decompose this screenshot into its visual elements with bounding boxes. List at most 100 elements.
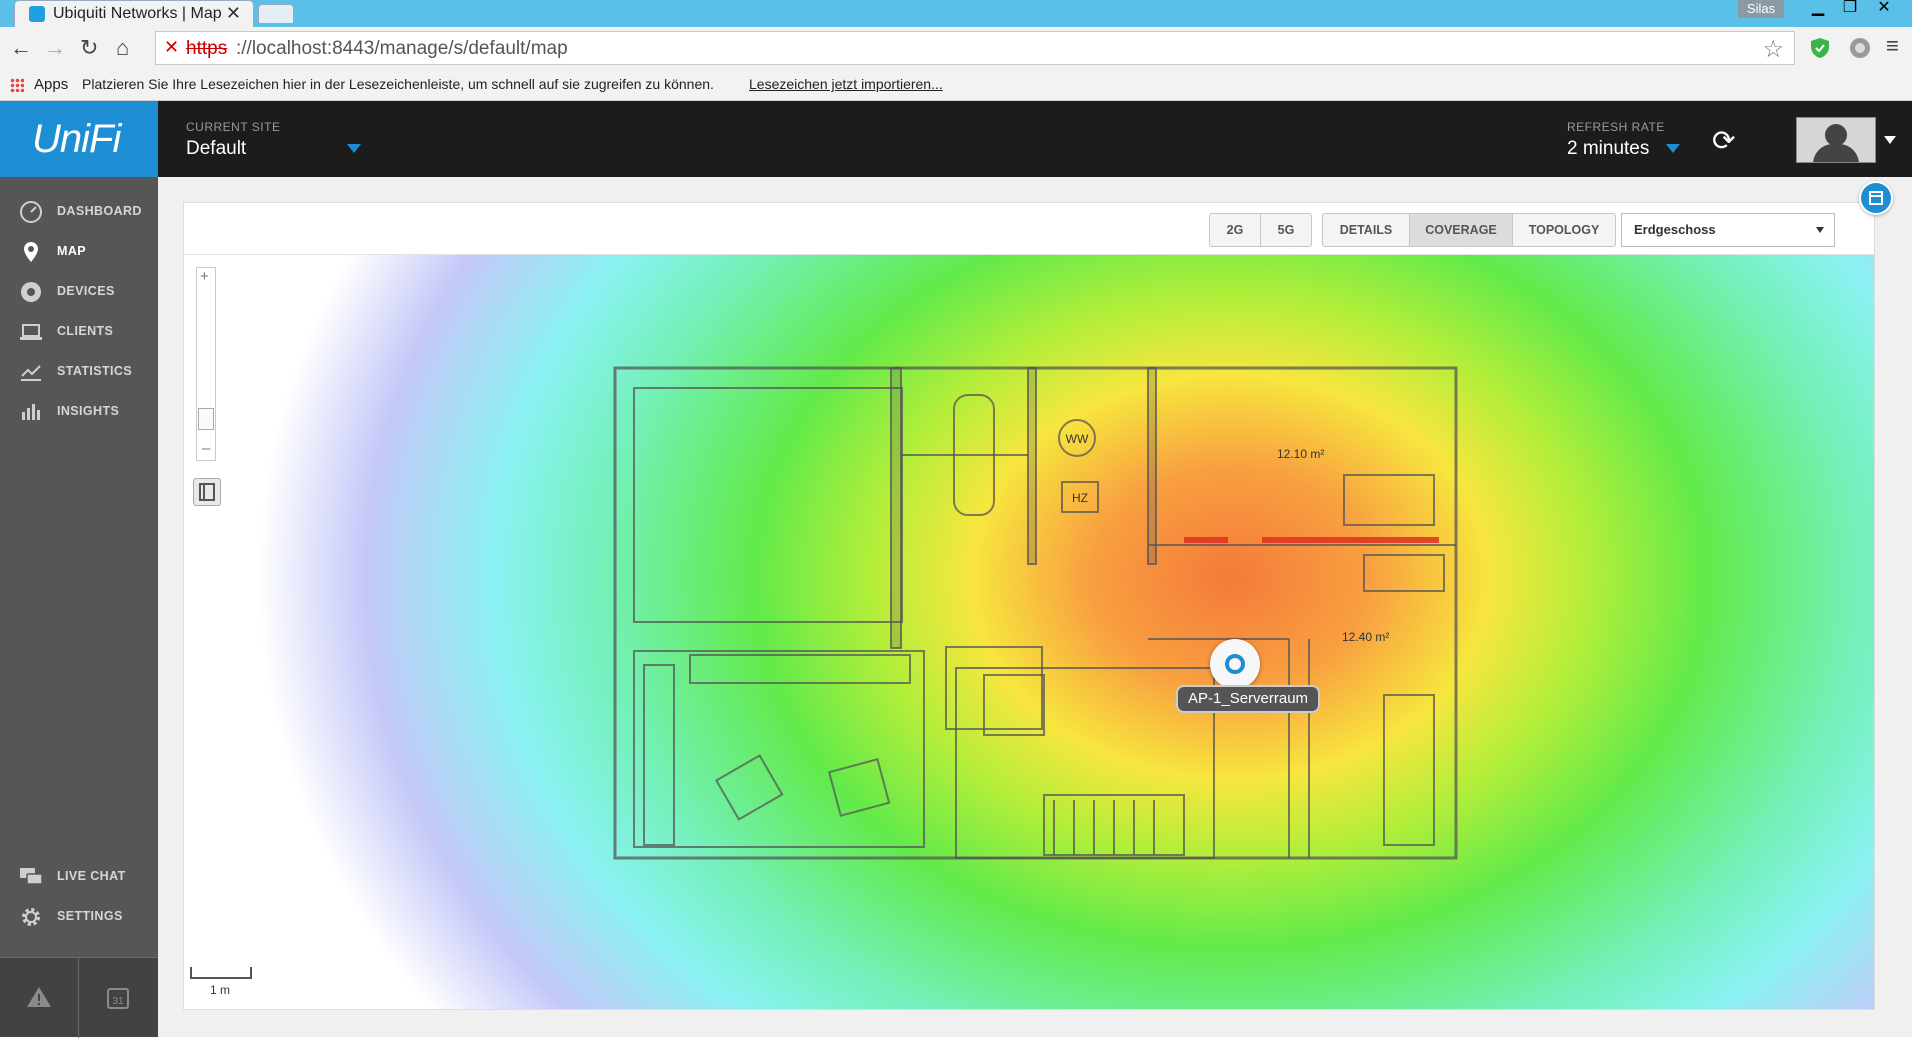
chevron-down-icon[interactable]: [1666, 144, 1680, 153]
avatar-head: [1825, 124, 1847, 146]
floor-select-value: Erdgeschoss: [1634, 222, 1716, 237]
sidebar-item-label: DEVICES: [57, 284, 115, 298]
shield-extension-icon[interactable]: [1808, 36, 1832, 60]
refresh-rate-label: REFRESH RATE: [1567, 120, 1665, 134]
sidebar-item-label: STATISTICS: [57, 364, 133, 378]
map-canvas[interactable]: 12.10 m² 12.40 m² WW HZ + – AP-1_Serverr…: [184, 255, 1874, 1009]
room-area-label: 12.10 m²: [1277, 447, 1324, 461]
current-site-label: CURRENT SITE: [186, 120, 281, 134]
map-panel: 2G 5G DETAILS COVERAGE TOPOLOGY Erdgesch…: [183, 202, 1875, 1010]
devices-icon: [21, 282, 41, 302]
back-icon[interactable]: ←: [10, 35, 32, 61]
restore-icon[interactable]: ❐: [1834, 0, 1866, 18]
logo-text: UniFi: [32, 117, 121, 161]
browser-tab[interactable]: Ubiquiti Networks | Map ✕: [14, 0, 254, 27]
footer-divider: [78, 958, 79, 1038]
dashboard-icon: [20, 201, 42, 223]
scale-label: 1 m: [210, 983, 231, 997]
chevron-down-icon[interactable]: [347, 144, 361, 153]
import-bookmarks-link[interactable]: Lesezeichen jetzt importieren...: [749, 76, 943, 92]
apps-link[interactable]: Apps: [34, 76, 68, 93]
unifi-favicon-icon: [29, 6, 45, 22]
apps-grid-icon[interactable]: [10, 78, 24, 92]
avatar[interactable]: [1796, 117, 1876, 163]
address-bar[interactable]: ✕ https ://localhost:8443/manage/s/defau…: [155, 31, 1795, 65]
clients-icon: [20, 324, 42, 340]
reload-icon[interactable]: ↻: [80, 35, 98, 61]
insecure-icon: ✕: [164, 37, 180, 57]
menu-icon[interactable]: ≡: [1886, 33, 1899, 59]
url-scheme: https: [186, 38, 228, 59]
bookmarks-bar: Apps Platzieren Sie Ihre Lesezeichen hie…: [0, 69, 1912, 101]
save-icon: [1869, 191, 1883, 205]
zoom-slider[interactable]: + –: [196, 267, 216, 461]
room-label-hz: HZ: [1072, 491, 1088, 505]
close-window-icon[interactable]: ✕: [1868, 0, 1900, 18]
browser-toolbar: ← → ↻ ⌂ ✕ https ://localhost:8443/manage…: [0, 27, 1912, 69]
band-5g-button[interactable]: 5G: [1260, 213, 1312, 247]
extension-icon[interactable]: [1848, 36, 1872, 60]
coverage-heatmap: 12.10 m² 12.40 m² WW HZ: [184, 255, 1874, 1009]
access-point-marker[interactable]: [1210, 639, 1260, 689]
sidebar-item-map[interactable]: MAP: [0, 231, 158, 271]
refresh-icon[interactable]: ⟳: [1712, 124, 1735, 157]
sidebar-item-label: LIVE CHAT: [57, 869, 126, 883]
ruler-tool-icon[interactable]: [193, 478, 221, 506]
sidebar-item-statistics[interactable]: STATISTICS: [0, 351, 158, 391]
calendar-day: 31: [112, 996, 124, 1007]
user-menu-chevron-icon[interactable]: [1884, 136, 1896, 144]
zoom-in-icon[interactable]: +: [200, 268, 209, 285]
minimize-icon[interactable]: ▁: [1802, 0, 1834, 18]
home-icon[interactable]: ⌂: [116, 35, 129, 61]
sidebar-item-dashboard[interactable]: DASHBOARD: [0, 191, 158, 231]
access-point-icon: [1225, 654, 1245, 674]
map-pin-icon: [24, 242, 38, 262]
sidebar-item-label: DASHBOARD: [57, 204, 142, 218]
insights-icon: [22, 404, 40, 420]
forward-icon[interactable]: →: [44, 35, 66, 61]
gear-icon: [22, 908, 40, 926]
room-area-label: 12.40 m²: [1342, 630, 1389, 644]
access-point-label[interactable]: AP-1_Serverraum: [1176, 685, 1321, 713]
tab-close-icon[interactable]: ✕: [226, 3, 241, 24]
sidebar-item-label: SETTINGS: [57, 909, 123, 923]
sidebar-item-devices[interactable]: DEVICES: [0, 271, 158, 311]
edit-map-button[interactable]: [1859, 181, 1893, 215]
browser-user-badge[interactable]: Silas: [1738, 0, 1784, 18]
map-toolbar: 2G 5G DETAILS COVERAGE TOPOLOGY Erdgesch…: [184, 203, 1874, 255]
sidebar-item-clients[interactable]: CLIENTS: [0, 311, 158, 351]
room-label-ww: WW: [1066, 432, 1089, 446]
scrollbar[interactable]: [1896, 177, 1912, 1037]
chat-icon: [20, 868, 43, 885]
current-site-select[interactable]: Default: [186, 138, 246, 160]
refresh-rate-select[interactable]: 2 minutes: [1567, 138, 1649, 160]
statistics-icon: [21, 365, 41, 381]
sidebar-item-live-chat[interactable]: LIVE CHAT: [0, 856, 158, 896]
chevron-down-icon: [1816, 227, 1824, 233]
browser-titlebar: Ubiquiti Networks | Map ✕ Silas ▁ ❐ ✕: [0, 0, 1912, 27]
sidebar-item-label: MAP: [57, 244, 86, 258]
sidebar-item-insights[interactable]: INSIGHTS: [0, 391, 158, 431]
floor-select[interactable]: Erdgeschoss: [1621, 213, 1835, 247]
new-tab-button[interactable]: [258, 4, 294, 24]
band-2g-button[interactable]: 2G: [1209, 213, 1261, 247]
zoom-out-icon[interactable]: –: [202, 440, 210, 457]
tab-details[interactable]: DETAILS: [1322, 213, 1410, 247]
tab-topology[interactable]: TOPOLOGY: [1512, 213, 1616, 247]
logo[interactable]: UniFi: [0, 101, 158, 177]
bookmark-star-icon[interactable]: ☆: [1762, 35, 1784, 64]
bookmarks-hint: Platzieren Sie Ihre Lesezeichen hier in …: [82, 76, 714, 92]
alert-icon[interactable]: [26, 986, 52, 1008]
url-path: ://localhost:8443/manage/s/default/map: [236, 38, 568, 59]
zoom-handle[interactable]: [198, 408, 214, 430]
calendar-icon[interactable]: 31: [106, 986, 130, 1010]
sidebar-footer: 31: [0, 957, 158, 1038]
sidebar-item-label: CLIENTS: [57, 324, 114, 338]
tab-coverage[interactable]: COVERAGE: [1409, 213, 1513, 247]
sidebar-item-label: INSIGHTS: [57, 404, 120, 418]
app-header: UniFi CURRENT SITE Default REFRESH RATE …: [0, 101, 1912, 177]
scale-bar: [190, 967, 252, 979]
avatar-body: [1813, 144, 1859, 162]
sidebar-item-settings[interactable]: SETTINGS: [0, 896, 158, 936]
main-content: 2G 5G DETAILS COVERAGE TOPOLOGY Erdgesch…: [158, 177, 1912, 1037]
